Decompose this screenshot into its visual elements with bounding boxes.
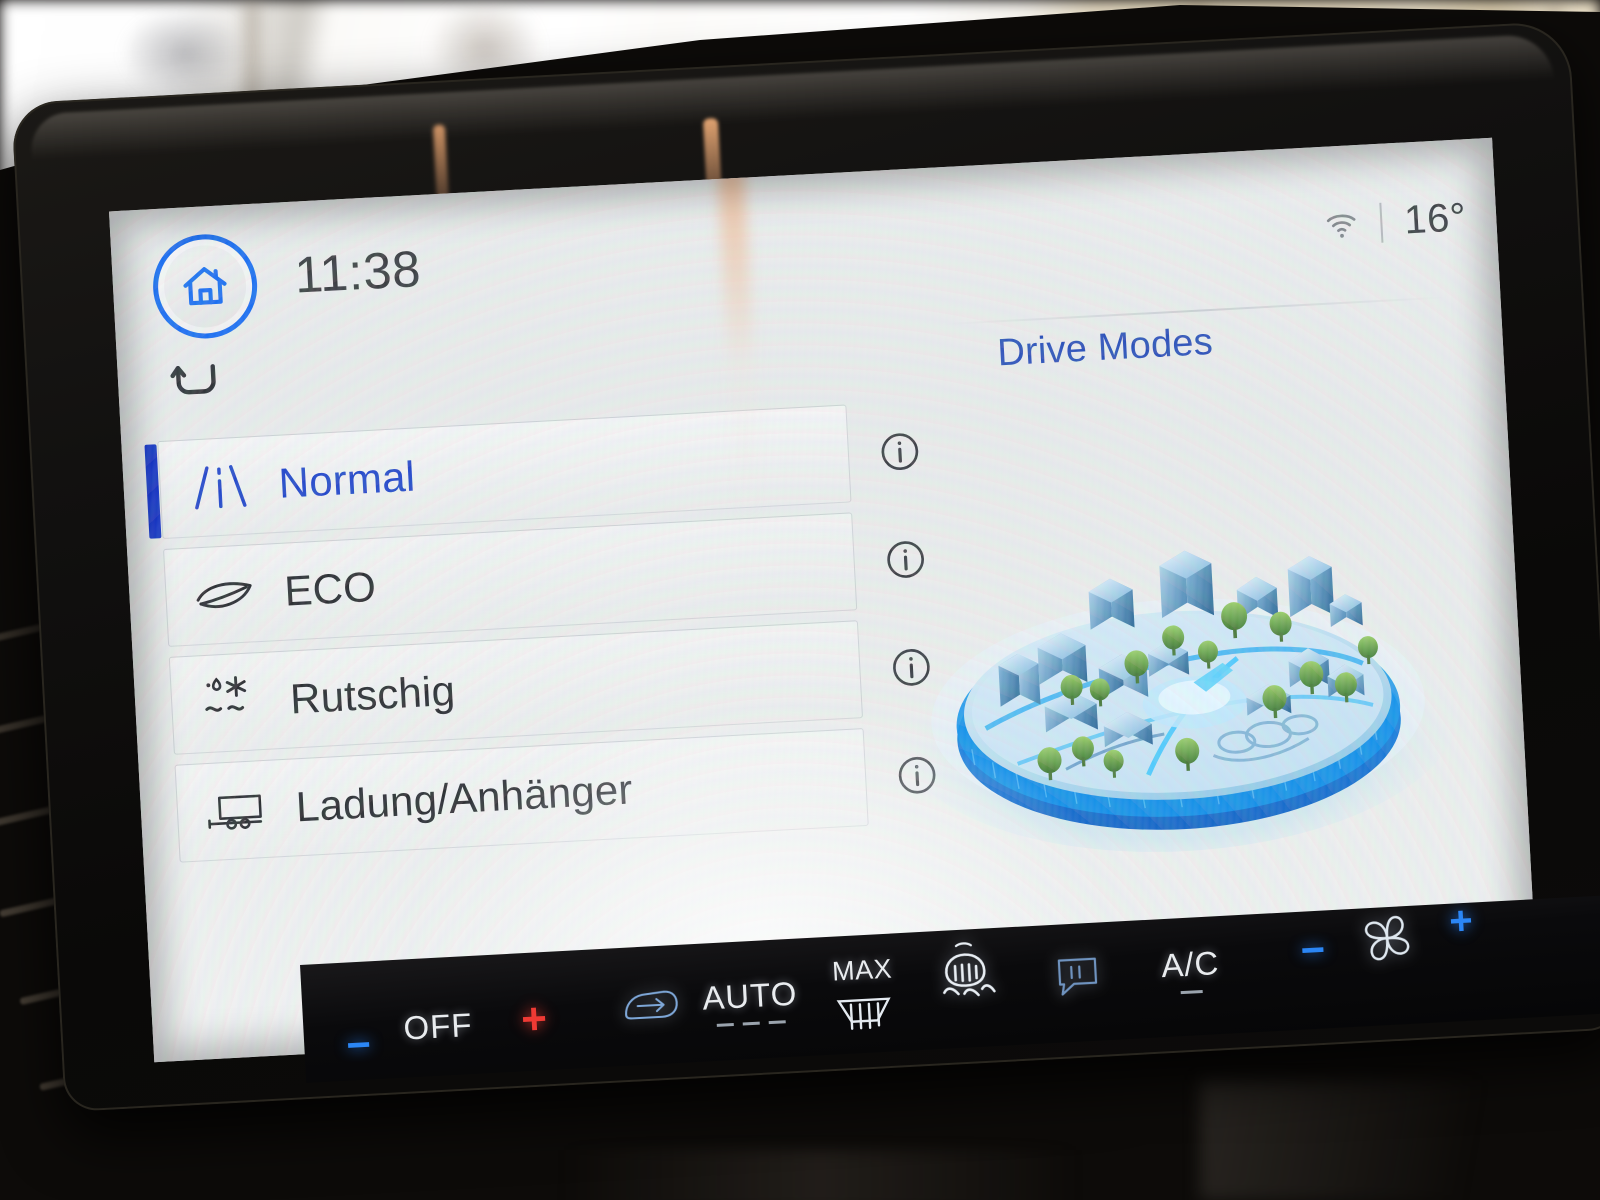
city-3d-disc-illustration (886, 518, 1468, 870)
drive-mode-label: Ladung/Anhänger (294, 765, 634, 831)
fan-speed-button[interactable] (1357, 908, 1418, 969)
drive-mode-list: Normal ECO Rutschig Ladung/Anhänger (144, 404, 936, 872)
recirculation-icon (625, 990, 678, 1020)
fan-decrease-button[interactable]: − (1299, 925, 1326, 973)
temp-decrease-button[interactable]: − (345, 1020, 372, 1068)
windshield-defrost-icon (943, 942, 996, 997)
ac-indicator-dash (1180, 990, 1203, 995)
recirculation-button[interactable] (620, 985, 682, 1026)
info-button-normal[interactable] (869, 401, 930, 502)
home-button[interactable] (150, 231, 260, 342)
climate-off-button[interactable]: OFF (403, 1006, 474, 1048)
auto-indicator-dashes (716, 1020, 786, 1027)
clock: 11:38 (293, 239, 423, 304)
windshield-defrost-button[interactable] (932, 940, 1000, 1015)
background-tree (120, 8, 250, 98)
drive-mode-label: Normal (277, 452, 417, 507)
fan-increase-button[interactable]: + (1448, 899, 1474, 945)
rear-window-defrost-button[interactable] (1053, 952, 1103, 1000)
status-divider (1379, 202, 1384, 243)
photo-scene: 11:38 16° Drive Modes Normal ECO Rutschi… (0, 0, 1600, 1200)
rear-window-icon (1057, 957, 1098, 996)
trailer-icon (177, 778, 298, 842)
auto-climate-button[interactable]: AUTO (701, 975, 798, 1028)
console-highlight (1200, 1080, 1600, 1200)
console-highlight-2 (560, 1150, 1080, 1200)
temp-increase-button[interactable]: + (520, 994, 548, 1045)
info-icon (881, 433, 919, 471)
wifi-icon (1326, 214, 1356, 238)
snowflake-icon (171, 671, 292, 735)
ac-toggle-button[interactable]: A/C (1160, 944, 1220, 995)
max-defrost-button[interactable]: MAX (830, 953, 896, 1037)
status-indicators: 16° (1323, 195, 1467, 247)
outside-temperature: 16° (1403, 195, 1468, 243)
drive-mode-label: Rutschig (288, 666, 457, 723)
drive-mode-label: ECO (283, 562, 378, 615)
lane-road-icon (159, 455, 280, 519)
leaf-icon (165, 563, 286, 627)
rear-defrost-icon (836, 997, 891, 1030)
home-icon (183, 267, 227, 306)
fan-icon (1364, 915, 1410, 961)
